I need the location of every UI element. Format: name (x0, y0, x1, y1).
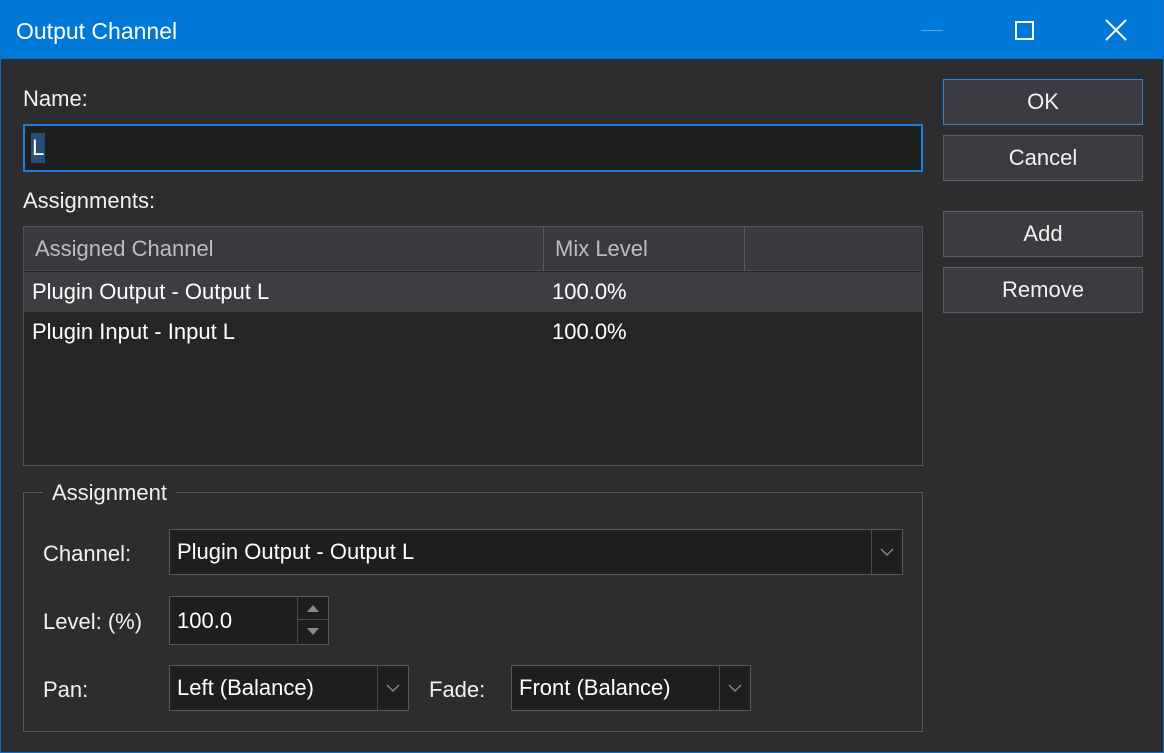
table-row[interactable]: Plugin Output - Output L 100.0% (24, 272, 922, 312)
minimize-icon (921, 29, 943, 31)
name-input[interactable]: L (23, 124, 923, 172)
fade-label: Fade: (429, 677, 486, 702)
maximize-icon (1014, 20, 1034, 40)
spin-down-button[interactable] (297, 620, 328, 643)
pan-dropdown-value: Left (Balance) (177, 675, 314, 700)
level-value: 100.0 (177, 607, 233, 633)
cancel-button[interactable]: Cancel (943, 135, 1143, 181)
level-spinbox[interactable]: 100.0 (169, 596, 329, 645)
channel-dropdown[interactable]: Plugin Output - Output L (169, 529, 903, 575)
remove-button[interactable]: Remove (943, 267, 1143, 313)
pan-dropdown[interactable]: Left (Balance) (169, 665, 409, 711)
chevron-down-icon (377, 666, 408, 710)
add-button[interactable]: Add (943, 211, 1143, 257)
row-mix-level: 100.0% (552, 279, 627, 304)
row-channel: Plugin Output - Output L (32, 279, 270, 304)
close-icon (1105, 19, 1127, 41)
fade-dropdown[interactable]: Front (Balance) (511, 665, 751, 711)
column-header-mix-level[interactable]: Mix Level (544, 227, 745, 271)
level-label: Level: (%) (43, 609, 143, 634)
row-mix-level: 100.0% (552, 319, 627, 344)
maximize-button[interactable] (978, 1, 1070, 59)
triangle-up-icon (307, 604, 319, 612)
dialog-window: Output Channel Name: L Assignments: Assi… (0, 0, 1164, 753)
table-row[interactable]: Plugin Input - Input L 100.0% (24, 312, 922, 352)
minimize-button[interactable] (886, 1, 978, 59)
fade-dropdown-value: Front (Balance) (519, 675, 671, 700)
assignments-label: Assignments: (23, 188, 156, 213)
name-input-value: L (31, 133, 46, 163)
assignments-list[interactable]: Assigned Channel Mix Level Plugin Output… (23, 226, 923, 466)
triangle-down-icon (307, 628, 319, 635)
column-header-assigned-channel[interactable]: Assigned Channel (24, 227, 544, 271)
column-header-empty[interactable] (745, 227, 922, 271)
title-bar[interactable]: Output Channel (1, 1, 1163, 59)
spin-up-button[interactable] (297, 597, 328, 620)
channel-dropdown-value: Plugin Output - Output L (177, 539, 415, 564)
channel-label: Channel: (43, 541, 132, 566)
list-header: Assigned Channel Mix Level (24, 227, 922, 271)
window-title: Output Channel (16, 18, 178, 44)
assignment-group-title: Assignment (43, 480, 176, 506)
close-button[interactable] (1070, 1, 1162, 59)
row-channel: Plugin Input - Input L (32, 319, 236, 344)
chevron-down-icon (871, 530, 902, 574)
ok-button[interactable]: OK (943, 79, 1143, 125)
chevron-down-icon (719, 666, 750, 710)
name-label: Name: (23, 86, 88, 111)
pan-label: Pan: (43, 677, 89, 702)
